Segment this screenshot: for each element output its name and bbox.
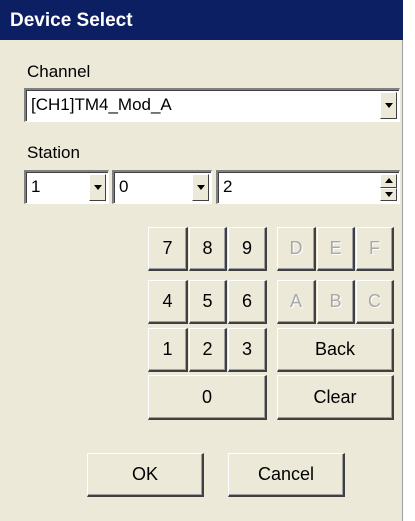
station-label: Station: [27, 143, 80, 162]
key-a-button[interactable]: A: [277, 280, 316, 324]
station-combo-1-button[interactable]: [89, 174, 106, 201]
chevron-down-icon: [93, 185, 102, 190]
spin-up-button[interactable]: [380, 174, 397, 188]
cancel-button[interactable]: Cancel: [228, 453, 345, 497]
channel-dropdown-button[interactable]: [380, 92, 397, 119]
device-select-dialog: Device Select Channel [CH1]TM4_Mod_A Sta…: [0, 0, 403, 521]
channel-label: Channel: [27, 62, 91, 81]
key-f-button[interactable]: F: [356, 227, 394, 271]
back-button[interactable]: Back: [277, 328, 394, 372]
key-2-button[interactable]: 2: [189, 328, 227, 372]
key-0-button[interactable]: 0: [148, 375, 267, 420]
ok-button[interactable]: OK: [87, 453, 204, 497]
title-bar: Device Select: [0, 0, 403, 40]
key-d-button[interactable]: D: [277, 227, 316, 271]
station-combo-1-value: 1: [31, 177, 41, 196]
chevron-down-icon: [384, 103, 393, 108]
station-combo-2-button[interactable]: [192, 174, 209, 201]
arrow-up-icon: [384, 178, 393, 184]
channel-dropdown-value: [CH1]TM4_Mod_A: [31, 95, 172, 114]
key-b-button[interactable]: B: [317, 280, 355, 324]
key-c-button[interactable]: C: [356, 280, 394, 324]
key-1-button[interactable]: 1: [148, 328, 188, 372]
spin-buttons: [380, 174, 397, 201]
key-8-button[interactable]: 8: [189, 227, 227, 271]
station-combo-2[interactable]: 0: [112, 170, 212, 204]
station-spin-field[interactable]: 2: [216, 170, 400, 204]
key-5-button[interactable]: 5: [189, 280, 227, 324]
key-9-button[interactable]: 9: [228, 227, 267, 271]
station-spin-value: 2: [223, 177, 233, 196]
clear-button[interactable]: Clear: [277, 375, 394, 420]
spin-down-button[interactable]: [380, 187, 397, 201]
chevron-down-icon: [196, 185, 205, 190]
arrow-down-icon: [384, 191, 393, 197]
key-e-button[interactable]: E: [317, 227, 355, 271]
channel-dropdown[interactable]: [CH1]TM4_Mod_A: [24, 88, 400, 122]
dialog-title: Device Select: [10, 10, 133, 31]
key-7-button[interactable]: 7: [148, 227, 188, 271]
station-combo-1[interactable]: 1: [24, 170, 109, 204]
station-combo-2-value: 0: [119, 177, 129, 196]
key-4-button[interactable]: 4: [148, 280, 188, 324]
key-6-button[interactable]: 6: [228, 280, 267, 324]
key-3-button[interactable]: 3: [228, 328, 267, 372]
